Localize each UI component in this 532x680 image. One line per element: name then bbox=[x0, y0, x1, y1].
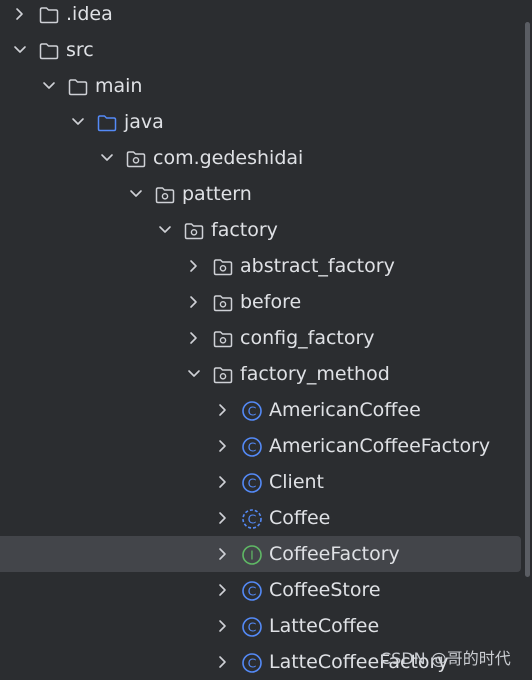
tree-item-coffeestore[interactable]: C CoffeeStore bbox=[0, 572, 532, 608]
tree-item-coffee[interactable]: C Coffee bbox=[0, 500, 532, 536]
svg-text:C: C bbox=[248, 512, 257, 527]
tree-item-src[interactable]: src bbox=[0, 32, 532, 68]
project-tree: .idea src main java com.gedeshidai pattern fac… bbox=[0, 0, 532, 678]
class-icon: C bbox=[241, 472, 263, 494]
tree-item-factory-method[interactable]: factory_method bbox=[0, 356, 532, 392]
tree-item-label: pattern bbox=[182, 183, 252, 205]
tree-item-coffeefactory[interactable]: I CoffeeFactory bbox=[0, 536, 532, 572]
tree-item-idea[interactable]: .idea bbox=[0, 0, 532, 32]
chevron-right-icon[interactable] bbox=[215, 618, 231, 634]
abstract-class-icon: C bbox=[241, 508, 263, 530]
tree-item-label: AmericanCoffeeFactory bbox=[269, 435, 491, 457]
tree-item-label: AmericanCoffee bbox=[269, 399, 421, 421]
tree-item-label: abstract_factory bbox=[240, 255, 395, 277]
class-icon: C bbox=[241, 580, 263, 602]
tree-item-label: CoffeeFactory bbox=[269, 543, 400, 565]
scrollbar[interactable] bbox=[525, 22, 530, 577]
chevron-right-icon[interactable] bbox=[215, 654, 231, 670]
class-icon: C bbox=[241, 400, 263, 422]
tree-item-label: CoffeeStore bbox=[269, 579, 381, 601]
svg-text:C: C bbox=[248, 476, 257, 491]
chevron-right-icon[interactable] bbox=[215, 438, 231, 454]
chevron-right-icon[interactable] bbox=[215, 510, 231, 526]
interface-icon: I bbox=[241, 544, 263, 566]
svg-text:C: C bbox=[248, 404, 257, 419]
chevron-right-icon[interactable] bbox=[12, 6, 28, 22]
chevron-down-icon[interactable] bbox=[186, 366, 202, 382]
tree-item-label: factory_method bbox=[240, 363, 390, 385]
svg-text:C: C bbox=[248, 656, 257, 671]
tree-item-main[interactable]: main bbox=[0, 68, 532, 104]
svg-text:C: C bbox=[248, 584, 257, 599]
tree-item-label: main bbox=[95, 75, 143, 97]
tree-item-com-gedeshidai[interactable]: com.gedeshidai bbox=[0, 140, 532, 176]
svg-text:I: I bbox=[250, 548, 254, 563]
chevron-right-icon[interactable] bbox=[215, 582, 231, 598]
chevron-down-icon[interactable] bbox=[157, 222, 173, 238]
package-icon bbox=[183, 220, 205, 242]
package-icon bbox=[212, 328, 234, 350]
chevron-down-icon[interactable] bbox=[128, 186, 144, 202]
package-icon bbox=[154, 184, 176, 206]
tree-item-label: com.gedeshidai bbox=[153, 147, 304, 169]
tree-item-label: Coffee bbox=[269, 507, 331, 529]
tree-item-americancoffeefactory[interactable]: C AmericanCoffeeFactory bbox=[0, 428, 532, 464]
tree-item-before[interactable]: before bbox=[0, 284, 532, 320]
chevron-right-icon[interactable] bbox=[215, 474, 231, 490]
tree-item-label: Client bbox=[269, 471, 325, 493]
class-icon: C bbox=[241, 616, 263, 638]
tree-item-pattern[interactable]: pattern bbox=[0, 176, 532, 212]
folder-icon bbox=[38, 4, 60, 26]
chevron-down-icon[interactable] bbox=[12, 42, 28, 58]
package-icon bbox=[212, 256, 234, 278]
chevron-down-icon[interactable] bbox=[70, 114, 86, 130]
chevron-right-icon[interactable] bbox=[215, 546, 231, 562]
source-folder-icon bbox=[96, 112, 118, 134]
tree-item-label: factory bbox=[211, 219, 278, 241]
svg-text:C: C bbox=[248, 440, 257, 455]
class-icon: C bbox=[241, 436, 263, 458]
watermark: CSDN @哥的时代 bbox=[380, 649, 511, 668]
tree-item-abstract-factory[interactable]: abstract_factory bbox=[0, 248, 532, 284]
chevron-right-icon[interactable] bbox=[186, 258, 202, 274]
tree-item-java[interactable]: java bbox=[0, 104, 532, 140]
tree-item-lattecoffee[interactable]: C LatteCoffee bbox=[0, 608, 532, 644]
tree-item-label: java bbox=[124, 111, 164, 133]
tree-item-label: .idea bbox=[66, 3, 113, 25]
chevron-down-icon[interactable] bbox=[99, 150, 115, 166]
chevron-right-icon[interactable] bbox=[186, 330, 202, 346]
package-icon bbox=[212, 292, 234, 314]
tree-item-factory[interactable]: factory bbox=[0, 212, 532, 248]
svg-text:C: C bbox=[248, 620, 257, 635]
tree-item-americancoffee[interactable]: C AmericanCoffee bbox=[0, 392, 532, 428]
chevron-down-icon[interactable] bbox=[41, 78, 57, 94]
package-icon bbox=[125, 148, 147, 170]
tree-item-config-factory[interactable]: config_factory bbox=[0, 320, 532, 356]
chevron-right-icon[interactable] bbox=[186, 294, 202, 310]
tree-item-label: config_factory bbox=[240, 327, 375, 349]
package-icon bbox=[212, 364, 234, 386]
class-icon: C bbox=[241, 652, 263, 674]
folder-icon bbox=[67, 76, 89, 98]
tree-item-label: before bbox=[240, 291, 302, 313]
tree-item-label: LatteCoffee bbox=[269, 615, 380, 637]
folder-icon bbox=[38, 40, 60, 62]
chevron-right-icon[interactable] bbox=[215, 402, 231, 418]
tree-item-label: src bbox=[66, 39, 94, 61]
tree-item-client[interactable]: C Client bbox=[0, 464, 532, 500]
